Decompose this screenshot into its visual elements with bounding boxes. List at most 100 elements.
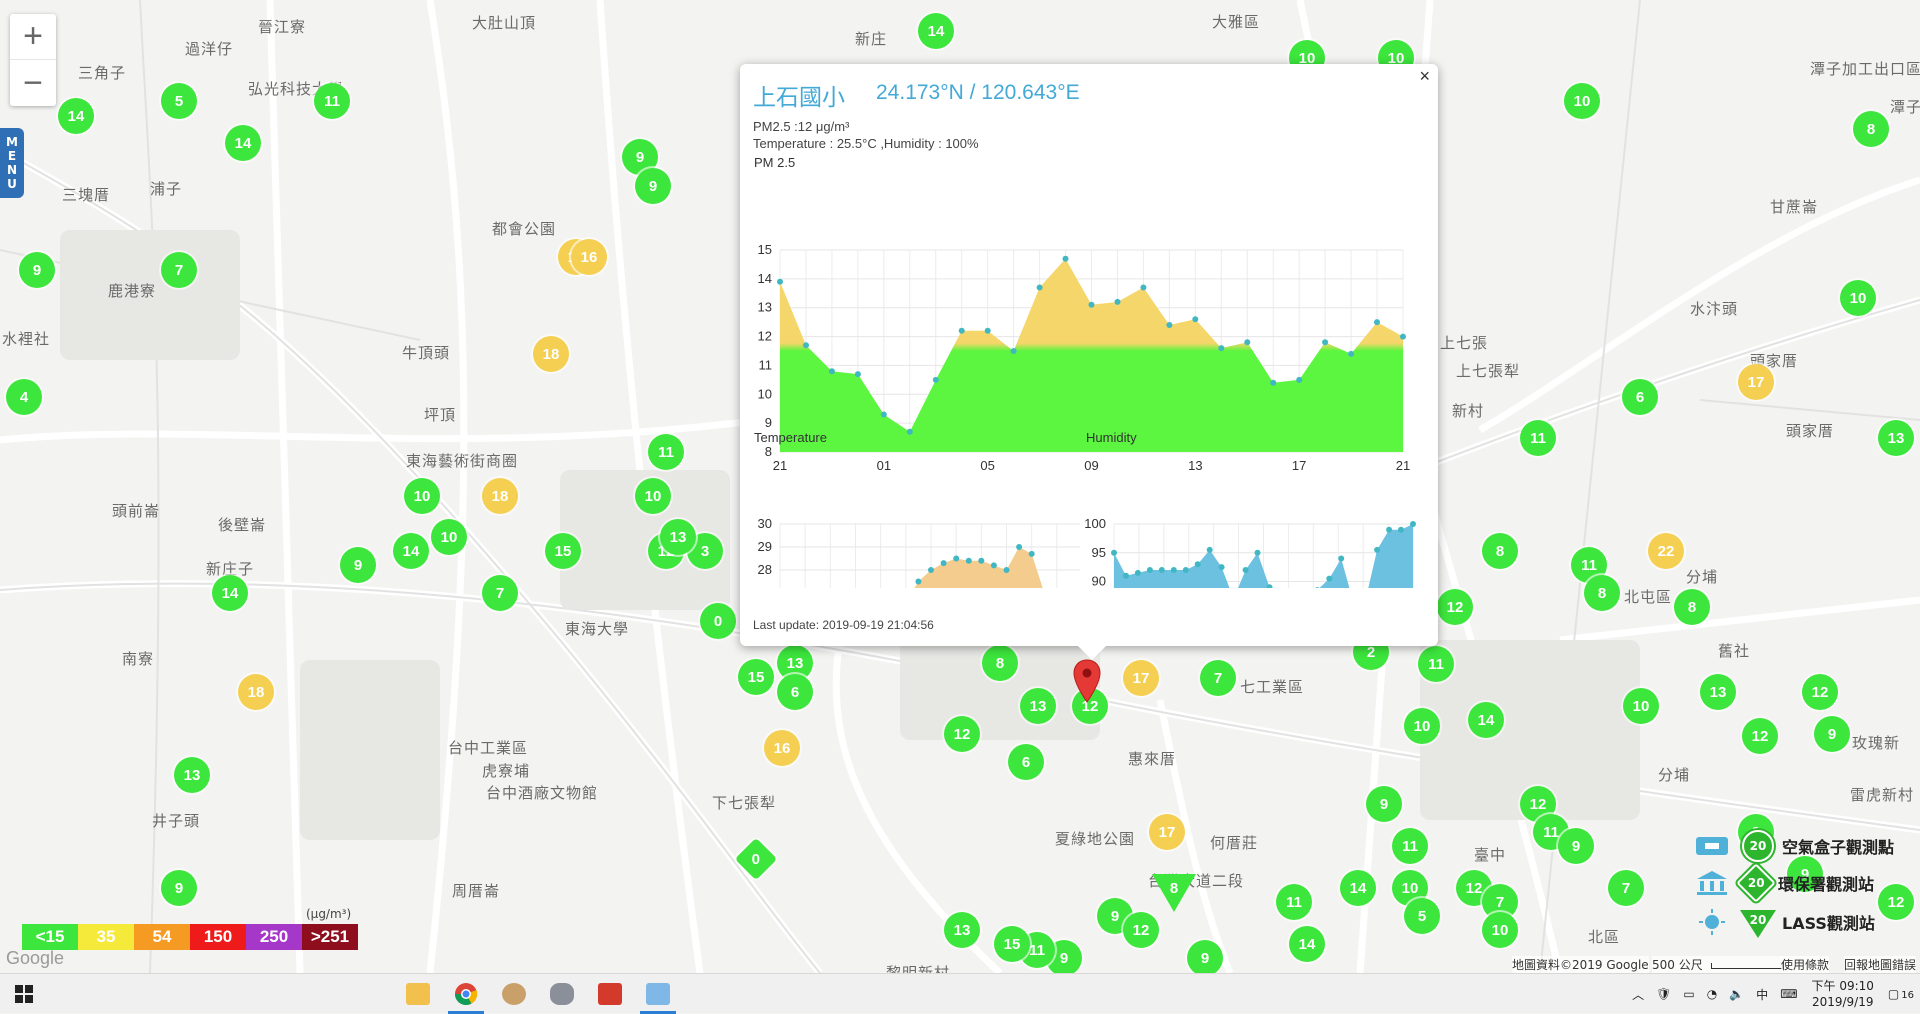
data-point	[1123, 572, 1129, 579]
airbox-marker[interactable]: 13	[1878, 420, 1914, 456]
airbox-marker[interactable]: 14	[1468, 702, 1504, 738]
airbox-marker[interactable]: 14	[225, 125, 261, 161]
zoom-in-button[interactable]: +	[10, 14, 56, 60]
close-icon[interactable]: ×	[1419, 66, 1430, 87]
taskbar-chrome[interactable]	[442, 974, 490, 1014]
lass-station-marker[interactable]: 8	[1152, 874, 1196, 914]
airbox-marker[interactable]: 10	[1564, 83, 1600, 119]
airbox-marker[interactable]: 9	[635, 168, 671, 204]
airbox-marker[interactable]: 17	[1738, 364, 1774, 400]
airbox-marker[interactable]: 8	[1674, 589, 1710, 625]
airbox-marker[interactable]: 7	[1200, 660, 1236, 696]
airbox-marker[interactable]: 7	[482, 575, 518, 611]
tray-battery-icon[interactable]: ▭	[1683, 987, 1694, 1001]
taskbar-sketchup[interactable]	[586, 974, 634, 1014]
airbox-marker[interactable]: 8	[1584, 575, 1620, 611]
airbox-marker[interactable]: 9	[1366, 786, 1402, 822]
airbox-marker[interactable]: 14	[1340, 870, 1376, 906]
map-canvas[interactable]: 晉江寮 大肚山頂 新庄 大雅區 三角子 過洋仔 弘光科技大學 三塊厝 浦子 鹿港寮 水裡社 都會公園牛…	[0, 0, 1920, 973]
airbox-marker[interactable]: 10	[1482, 912, 1518, 948]
airbox-marker[interactable]: 8	[1853, 111, 1889, 147]
map-place-label: 後壁崙	[218, 516, 267, 534]
airbox-marker[interactable]: 11	[1520, 420, 1556, 456]
airbox-marker[interactable]: 22	[1648, 533, 1684, 569]
airbox-marker[interactable]: 11	[1276, 884, 1312, 920]
airbox-marker[interactable]: 6	[777, 674, 813, 710]
airbox-marker[interactable]: 7	[161, 252, 197, 288]
airbox-marker[interactable]: 6	[1622, 379, 1658, 415]
airbox-marker[interactable]: 13	[1020, 688, 1056, 724]
airbox-marker[interactable]: 17	[1123, 660, 1159, 696]
tray-security-icon[interactable]: 🛡	[1656, 987, 1671, 1001]
start-button[interactable]	[0, 974, 48, 1014]
airbox-marker[interactable]: 18	[533, 336, 569, 372]
airbox-marker[interactable]: 13	[1700, 674, 1736, 710]
map-data-attribution[interactable]: 地圖資料©2019 Google	[1512, 956, 1649, 973]
airbox-marker[interactable]: 12	[1437, 589, 1473, 625]
airbox-marker[interactable]: 10	[431, 519, 467, 555]
airbox-marker[interactable]: 13	[944, 912, 980, 948]
airbox-marker[interactable]: 8	[1482, 533, 1518, 569]
terms-link[interactable]: 使用條款	[1781, 956, 1830, 973]
airbox-marker[interactable]: 12	[1742, 718, 1778, 754]
airbox-marker[interactable]: 10	[1623, 688, 1659, 724]
airbox-marker[interactable]: 12	[944, 716, 980, 752]
taskbar-paint-app[interactable]	[490, 974, 538, 1014]
menu-tab-button[interactable]: MENU	[0, 128, 24, 198]
taskbar-app-4[interactable]	[538, 974, 586, 1014]
airbox-marker[interactable]: 17	[1149, 814, 1185, 850]
airbox-marker[interactable]: 10	[404, 478, 440, 514]
tray-touch-keyboard-icon[interactable]: ⌨	[1780, 987, 1797, 1001]
airbox-marker[interactable]: 14	[918, 13, 954, 49]
map-pin-icon[interactable]	[1072, 658, 1102, 704]
airbox-marker[interactable]: 15	[738, 659, 774, 695]
tray-ime-indicator[interactable]: 中	[1756, 986, 1768, 1003]
airbox-marker[interactable]: 10	[1840, 280, 1876, 316]
taskbar-app-6[interactable]	[634, 974, 682, 1014]
airbox-marker[interactable]: 18	[238, 674, 274, 710]
airbox-marker[interactable]: 14	[393, 533, 429, 569]
airbox-marker[interactable]: 5	[1404, 898, 1440, 934]
airbox-marker[interactable]: 10	[1404, 708, 1440, 744]
tray-volume-icon[interactable]: 🔈	[1729, 987, 1744, 1001]
windows-taskbar: ︿ 🛡 ▭ ◔ 🔈 中 ⌨ 下午 09:10 2019/9/19 ▢ 16	[0, 973, 1920, 1014]
airbox-marker[interactable]: 0	[700, 603, 736, 639]
airbox-marker[interactable]: 9	[1814, 716, 1850, 752]
airbox-marker[interactable]: 16	[571, 239, 607, 275]
airbox-marker[interactable]: 9	[161, 870, 197, 906]
airbox-marker[interactable]: 9	[1558, 828, 1594, 864]
airbox-marker[interactable]: 15	[994, 926, 1030, 962]
tray-chevron-up-icon[interactable]: ︿	[1632, 986, 1644, 1003]
report-map-error-link[interactable]: 回報地圖錯誤	[1844, 956, 1917, 973]
airbox-marker[interactable]: 13	[174, 757, 210, 793]
zoom-out-button[interactable]: −	[10, 60, 56, 106]
airbox-marker[interactable]: 14	[58, 98, 94, 134]
airbox-marker[interactable]: 11	[314, 83, 350, 119]
airbox-marker[interactable]: 9	[19, 252, 55, 288]
airbox-marker[interactable]: 11	[1418, 646, 1454, 682]
airbox-marker[interactable]: 14	[212, 575, 248, 611]
airbox-marker[interactable]: 16	[764, 730, 800, 766]
airbox-marker[interactable]: 8	[982, 645, 1018, 681]
tray-network-icon[interactable]: ◔	[1707, 987, 1717, 1001]
airbox-marker[interactable]: 5	[161, 83, 197, 119]
airbox-marker[interactable]: 6	[1008, 744, 1044, 780]
taskbar-file-explorer[interactable]	[394, 974, 442, 1014]
airbox-marker[interactable]: 9	[1187, 940, 1223, 973]
notification-center-icon[interactable]: ▢ 16	[1888, 987, 1914, 1001]
data-point	[928, 567, 934, 573]
airbox-marker[interactable]: 7	[1608, 870, 1644, 906]
taskbar-clock[interactable]: 下午 09:10 2019/9/19	[1812, 978, 1874, 1010]
airbox-marker[interactable]: 4	[6, 379, 42, 415]
airbox-marker[interactable]: 12	[1123, 912, 1159, 948]
data-point	[1114, 298, 1121, 305]
airbox-marker[interactable]: 9	[340, 547, 376, 583]
airbox-marker[interactable]: 13	[660, 519, 696, 555]
airbox-marker[interactable]: 12	[1802, 674, 1838, 710]
airbox-marker[interactable]: 18	[482, 478, 518, 514]
airbox-marker[interactable]: 11	[1392, 828, 1428, 864]
airbox-marker[interactable]: 14	[1289, 926, 1325, 962]
airbox-marker[interactable]: 15	[545, 533, 581, 569]
airbox-marker[interactable]: 11	[648, 434, 684, 470]
airbox-marker[interactable]: 10	[635, 478, 671, 514]
